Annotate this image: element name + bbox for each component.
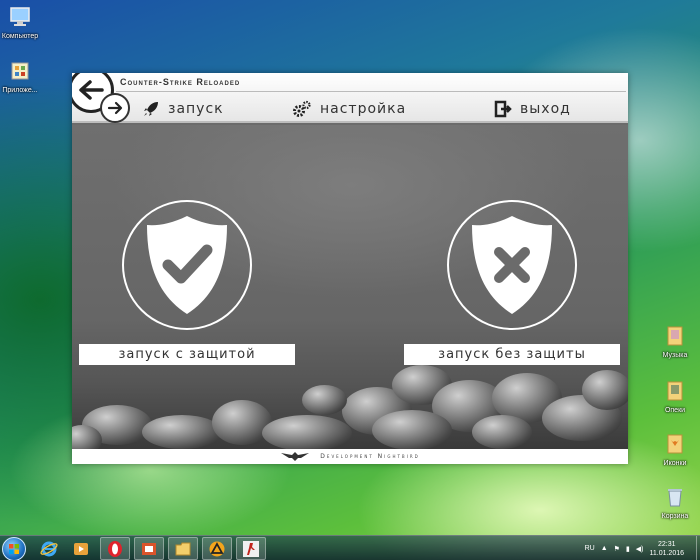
forward-button[interactable] [100, 93, 130, 123]
system-tray: RU ▲ ⚑ ▮ ◀) 22:31 11.01.2016 [585, 536, 696, 560]
desktop-icon-label: Компьютер [1, 33, 39, 40]
desktop-icon-app[interactable]: Приложе... [0, 60, 50, 94]
counter-strike-icon [243, 540, 259, 557]
show-desktop-button[interactable] [696, 536, 700, 560]
language-indicator[interactable]: RU [585, 545, 595, 552]
launch-unprotected-option[interactable]: запуск без защиты [404, 200, 620, 365]
unprotected-ring [447, 200, 577, 330]
nav-launch[interactable]: запуск [142, 98, 224, 120]
recycle-bin-icon [645, 486, 700, 510]
exit-icon [494, 100, 512, 118]
opera-icon [108, 540, 122, 557]
desktop-icon-label: Приложе... [2, 87, 38, 94]
taskbar-media-player[interactable] [66, 537, 96, 560]
eagle-emblem-icon [281, 452, 310, 461]
launcher-top-bar: Counter-Strike Reloaded запуск настройка… [72, 73, 628, 123]
launcher-window: Counter-Strike Reloaded запуск настройка… [72, 73, 628, 464]
triangle-app-icon [209, 541, 225, 556]
desktop-icon-folder[interactable]: Опеки [645, 380, 700, 414]
network-icon[interactable]: ▮ [626, 545, 630, 553]
launcher-content: запуск с защитой запуск без защиты [72, 125, 628, 455]
flag-icon[interactable]: ⚑ [614, 545, 620, 553]
taskbar-explorer[interactable] [168, 537, 198, 560]
desktop-icon-label: Иконки [663, 460, 687, 467]
desktop-icon-icons[interactable]: Иконки [645, 433, 700, 467]
nav-settings-label: настройка [320, 101, 407, 117]
desktop-icon-music[interactable]: Музыка [645, 325, 700, 359]
clock-date: 11.01.2016 [649, 549, 684, 557]
protected-ring [122, 200, 252, 330]
start-button[interactable] [2, 537, 26, 560]
desktop-icon-computer[interactable]: Компьютер [0, 6, 50, 40]
folder-icon [645, 380, 700, 404]
desktop-icon-label: Музыка [662, 352, 688, 359]
taskbar-internet-explorer[interactable] [34, 537, 64, 560]
app-icon [0, 60, 50, 84]
desktop-icon-label: Опеки [664, 407, 686, 414]
nav-launch-label: запуск [168, 101, 224, 117]
shield-check-icon [147, 216, 227, 314]
launcher-footer: Development Nightbird [72, 449, 628, 464]
media-player-icon [74, 542, 88, 555]
arrow-right-icon [107, 101, 123, 115]
launch-unprotected-label: запуск без защиты [404, 344, 620, 365]
nav-exit[interactable]: выход [494, 98, 571, 120]
windows-logo-icon [9, 544, 19, 554]
desktop-icon-label: Корзина [661, 513, 689, 520]
nav-settings[interactable]: настройка [292, 98, 406, 120]
desktop-icon-recycle-bin[interactable]: Корзина [645, 486, 700, 520]
launch-protected-label: запуск с защитой [79, 344, 295, 365]
taskbar-counter-strike[interactable] [236, 537, 266, 560]
arrow-left-icon [79, 80, 104, 100]
clock[interactable]: 22:31 11.01.2016 [649, 540, 684, 558]
title-divider [116, 91, 626, 92]
volume-icon[interactable]: ◀) [636, 545, 644, 553]
internet-explorer-icon [40, 541, 58, 556]
taskbar-office[interactable] [134, 537, 164, 560]
footer-credit: Development Nightbird [320, 453, 420, 460]
clock-time: 22:31 [657, 540, 676, 548]
tray-arrow-icon[interactable]: ▲ [601, 545, 608, 552]
taskbar-triangle-app[interactable] [202, 537, 232, 560]
rocket-icon [144, 102, 158, 116]
gears-icon [293, 100, 311, 117]
nav-exit-label: выход [520, 101, 571, 117]
shield-cross-icon [472, 216, 552, 314]
app-title: Counter-Strike Reloaded [120, 77, 241, 87]
taskbar: RU ▲ ⚑ ▮ ◀) 22:31 11.01.2016 [0, 535, 700, 560]
music-folder-icon [645, 325, 700, 349]
fox-folder-icon [645, 433, 700, 457]
launch-protected-option[interactable]: запуск с защитой [79, 200, 295, 365]
taskbar-opera[interactable] [100, 537, 130, 560]
explorer-icon [175, 542, 191, 555]
office-icon [142, 542, 156, 555]
computer-icon [0, 6, 50, 30]
